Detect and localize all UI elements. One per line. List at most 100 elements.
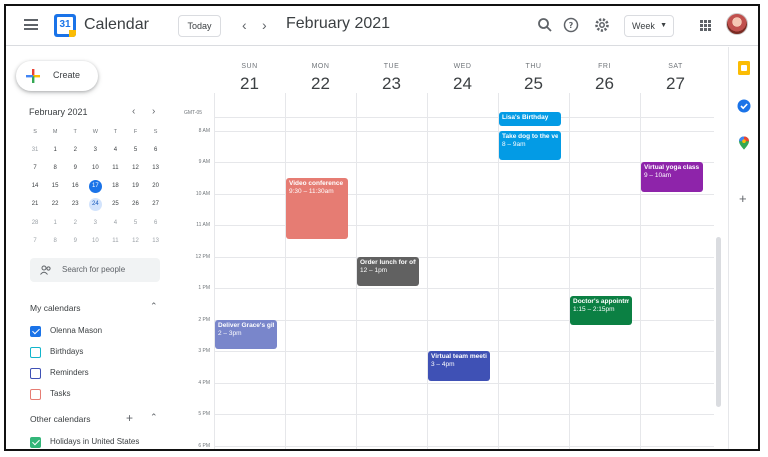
calendar-checkbox[interactable]	[30, 347, 41, 358]
day-header[interactable]: SAT 27	[640, 47, 711, 105]
calendar-event[interactable]: Doctor's appointment1:15 – 2:15pm	[570, 295, 632, 326]
mini-prev-icon[interactable]: ‹	[132, 106, 135, 117]
event-time: 9 – 10am	[644, 172, 672, 179]
day-number[interactable]: 25	[498, 74, 569, 94]
mini-day[interactable]: 10	[85, 235, 105, 248]
mini-day[interactable]: 13	[146, 235, 166, 248]
mini-day[interactable]: 2	[65, 144, 85, 157]
avatar[interactable]	[726, 13, 748, 35]
menu-icon[interactable]	[24, 19, 38, 30]
search-people-input[interactable]: Search for people	[30, 258, 160, 282]
mini-day[interactable]: 1	[45, 144, 65, 157]
view-select[interactable]: Week ▼	[624, 15, 674, 37]
my-calendars-title[interactable]: My calendars	[30, 303, 81, 313]
mini-day[interactable]: 7	[25, 162, 45, 175]
apps-grid-icon[interactable]	[700, 20, 711, 31]
mini-day[interactable]: 18	[105, 180, 125, 193]
calendar-event[interactable]: Virtual yoga class 9 – 10am	[641, 162, 703, 192]
day-number[interactable]: 24	[427, 74, 498, 94]
day-number[interactable]: 21	[214, 74, 285, 94]
chevron-up-icon[interactable]: ⌃	[150, 301, 158, 312]
mini-day[interactable]: 2	[65, 217, 85, 230]
day-number[interactable]: 22	[285, 74, 356, 94]
add-addon-icon[interactable]: +	[739, 191, 747, 206]
mini-day[interactable]: 26	[125, 198, 145, 211]
mini-next-icon[interactable]: ›	[152, 106, 155, 117]
day-of-week: TUE	[383, 63, 400, 70]
mini-day[interactable]: 11	[105, 162, 125, 175]
mini-day[interactable]: 27	[146, 198, 166, 211]
mini-day[interactable]: 3	[85, 144, 105, 157]
day-header[interactable]: WED 24	[427, 47, 498, 105]
mini-day[interactable]: 9	[65, 162, 85, 175]
mini-day[interactable]: 11	[105, 235, 125, 248]
mini-day[interactable]: 28	[25, 217, 45, 230]
mini-day[interactable]: 23	[65, 198, 85, 211]
gear-icon[interactable]	[593, 16, 611, 34]
mini-day[interactable]: 4	[105, 144, 125, 157]
mini-day[interactable]: 20	[146, 180, 166, 193]
mini-day[interactable]: 16	[65, 180, 85, 193]
calendar-event[interactable]: Lisa's Birthday	[499, 111, 561, 126]
chevron-up-icon[interactable]: ⌃	[150, 412, 158, 423]
calendar-event[interactable]: Video conference 9:30 – 11:30am	[286, 177, 348, 239]
mini-day[interactable]: 24	[85, 198, 105, 212]
mini-day[interactable]: 17	[85, 180, 105, 194]
search-icon[interactable]	[536, 16, 554, 34]
calendar-checkbox[interactable]	[30, 326, 41, 337]
mini-day[interactable]: 10	[85, 162, 105, 175]
calendar-checkbox[interactable]	[30, 368, 41, 379]
mini-day[interactable]: 3	[85, 217, 105, 230]
scrollbar[interactable]	[716, 237, 721, 407]
event-time: 8 – 9am	[502, 140, 526, 148]
day-header[interactable]: TUE 23	[356, 47, 427, 105]
calendar-checkbox[interactable]	[30, 389, 41, 400]
mini-day[interactable]: 9	[65, 235, 85, 248]
mini-day[interactable]: 31	[25, 144, 45, 157]
mini-day[interactable]: 8	[45, 162, 65, 175]
create-button[interactable]: Create	[16, 61, 98, 91]
chevron-right-icon[interactable]: ›	[262, 17, 267, 33]
chevron-left-icon[interactable]: ‹	[242, 17, 247, 33]
mini-day[interactable]: 22	[45, 198, 65, 211]
calendar-event[interactable]: Virtual team meeting3 – 4pm	[428, 351, 490, 381]
calendar-event[interactable]: Take dog to the vet 8 – 9am	[499, 130, 561, 160]
day-header[interactable]: THU 25	[498, 47, 569, 105]
mini-day[interactable]: 1	[45, 217, 65, 230]
day-header[interactable]: MON 22	[285, 47, 356, 105]
calendar-label: Birthdays	[50, 347, 84, 356]
mini-day-number: 28	[31, 219, 39, 226]
mini-day[interactable]: 12	[125, 235, 145, 248]
day-header[interactable]: FRI 26	[569, 47, 640, 105]
add-calendar-icon[interactable]: +	[126, 411, 133, 425]
hour-label: 3 PM	[198, 348, 210, 354]
mini-day[interactable]: 6	[146, 144, 166, 157]
day-header[interactable]: SUN 21	[214, 47, 285, 105]
mini-day[interactable]: 8	[45, 235, 65, 248]
mini-day[interactable]: 5	[125, 144, 145, 157]
today-button[interactable]: Today	[178, 15, 221, 37]
calendar-label: Holidays in United States	[50, 437, 140, 446]
mini-day[interactable]: 6	[146, 217, 166, 230]
other-calendars-title[interactable]: Other calendars	[30, 414, 90, 424]
day-number[interactable]: 23	[356, 74, 427, 94]
tasks-icon[interactable]	[737, 99, 751, 113]
mini-day[interactable]: 19	[125, 180, 145, 193]
day-number[interactable]: 27	[640, 74, 711, 94]
mini-day[interactable]: 25	[105, 198, 125, 211]
mini-day[interactable]: 14	[25, 180, 45, 193]
calendar-event[interactable]: Order lunch for office12 – 1pm	[357, 256, 419, 286]
mini-day[interactable]: 12	[125, 162, 145, 175]
maps-icon[interactable]	[737, 136, 751, 150]
keep-icon[interactable]	[737, 61, 751, 75]
day-number[interactable]: 26	[569, 74, 640, 94]
mini-day[interactable]: 15	[45, 180, 65, 193]
mini-day[interactable]: 7	[25, 235, 45, 248]
mini-day[interactable]: 21	[25, 198, 45, 211]
calendar-event[interactable]: Deliver Grace's gift 2 – 3pm	[215, 319, 277, 349]
mini-day[interactable]: 4	[105, 217, 125, 230]
mini-day[interactable]: 5	[125, 217, 145, 230]
mini-day[interactable]: 13	[146, 162, 166, 175]
help-icon[interactable]: ?	[562, 16, 580, 34]
calendar-checkbox[interactable]	[30, 437, 41, 448]
